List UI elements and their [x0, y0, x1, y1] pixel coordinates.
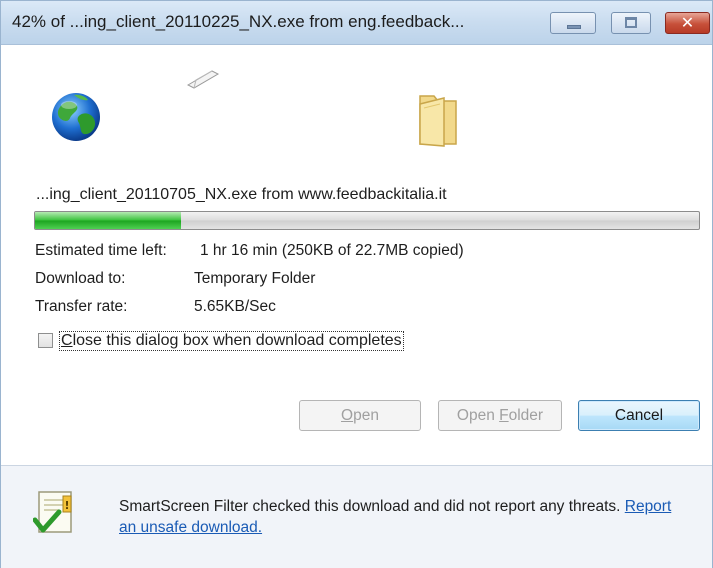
close-icon: ✕ — [680, 13, 695, 32]
open-folder-label-c: older — [508, 407, 544, 424]
download-progress-bar — [34, 211, 700, 230]
cancel-button[interactable]: Cancel — [578, 400, 700, 431]
minimize-icon — [567, 25, 581, 29]
smartscreen-message: SmartScreen Filter checked this download… — [119, 496, 679, 538]
smartscreen-panel: ! SmartScreen Filter checked this downlo… — [1, 465, 712, 568]
download-to-value: Temporary Folder — [194, 270, 316, 287]
download-to-label: Download to: — [35, 270, 126, 287]
smartscreen-text: SmartScreen Filter checked this download… — [119, 498, 625, 515]
estimated-time-value: 1 hr 16 min (250KB of 22.7MB copied) — [200, 242, 464, 259]
minimize-button[interactable] — [550, 12, 596, 34]
open-button[interactable]: Open — [299, 400, 421, 431]
download-progress-fill — [35, 212, 182, 229]
open-folder-label-a: Open — [456, 407, 500, 424]
download-file-source: ...ing_client_20110705_NX.exe from www.f… — [36, 186, 447, 203]
close-when-done-accesskey: C — [61, 332, 73, 349]
open-accesskey: O — [341, 407, 354, 424]
transfer-rate-label: Transfer rate: — [35, 298, 128, 315]
maximize-icon — [625, 17, 637, 28]
window-title: 42% of ...ing_client_20110225_NX.exe fro… — [12, 12, 465, 31]
close-when-done-text: lose this dialog box when download compl… — [72, 332, 402, 349]
close-when-done-checkbox[interactable] — [38, 333, 53, 348]
title-bar[interactable]: 42% of ...ing_client_20110225_NX.exe fro… — [1, 1, 712, 45]
open-label-rest: pen — [353, 407, 379, 424]
transfer-rate-value: 5.65KB/Sec — [194, 298, 276, 315]
globe-icon — [52, 93, 100, 141]
open-folder-accesskey: F — [499, 407, 509, 424]
estimated-time-label: Estimated time left: — [35, 242, 167, 259]
smartscreen-check-icon: ! — [33, 491, 72, 533]
flying-document-icon — [186, 70, 220, 89]
folder-icon — [419, 95, 457, 147]
open-folder-button[interactable]: Open Folder — [438, 400, 562, 431]
svg-text:!: ! — [64, 499, 69, 512]
close-window-button[interactable]: ✕ — [665, 12, 710, 34]
close-when-done-label[interactable]: Close this dialog box when download comp… — [59, 331, 404, 351]
download-dialog: 42% of ...ing_client_20110225_NX.exe fro… — [0, 0, 713, 568]
maximize-button[interactable] — [611, 12, 651, 34]
